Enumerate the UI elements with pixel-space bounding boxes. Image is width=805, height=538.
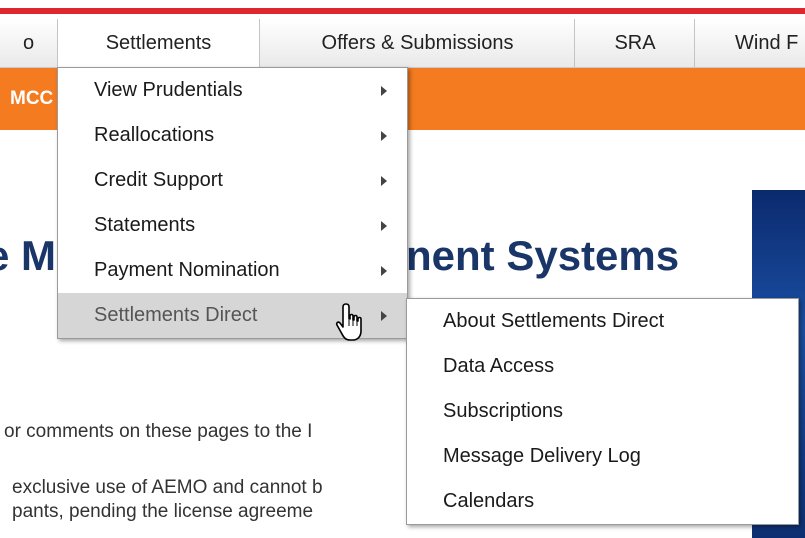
menu-item-label: Payment Nomination (94, 259, 280, 281)
arrow-right-icon (381, 266, 387, 276)
menu-item-label: Reallocations (94, 124, 215, 146)
main-nav: o Settlements Offers & Submissions SRA W… (0, 19, 805, 69)
nav-item-partial[interactable]: o (0, 19, 57, 67)
menu-item-statements[interactable]: Statements (58, 203, 407, 248)
nav-item-wind[interactable]: Wind F (694, 19, 805, 67)
nav-item-settlements[interactable]: Settlements (57, 19, 260, 69)
menu-item-subscriptions[interactable]: Subscriptions (407, 389, 798, 434)
menu-item-label: Credit Support (94, 169, 223, 191)
menu-item-credit-support[interactable]: Credit Support (58, 158, 407, 203)
page-heading-left: e M (0, 232, 57, 279)
arrow-right-icon (381, 86, 387, 96)
menu-item-label: Settlements Direct (94, 304, 258, 326)
menu-item-label: Statements (94, 214, 196, 236)
menu-item-label: Data Access (443, 355, 555, 377)
hand-pointer-icon (335, 303, 362, 341)
nav-item-offers-submissions[interactable]: Offers & Submissions (259, 19, 575, 67)
body-text-line-1: or comments on these pages to the I (4, 421, 313, 442)
arrow-right-icon (381, 176, 387, 186)
menu-item-reallocations[interactable]: Reallocations (58, 113, 407, 158)
menu-item-message-delivery-log[interactable]: Message Delivery Log (407, 434, 798, 479)
orange-subbar-text: MCC (10, 88, 54, 109)
top-red-bar (0, 0, 805, 19)
menu-item-label: About Settlements Direct (443, 310, 665, 332)
menu-item-label: View Prudentials (94, 79, 243, 101)
body-text-line-3: pants, pending the license agreeme (12, 501, 314, 522)
menu-item-label: Calendars (443, 490, 535, 512)
arrow-right-icon (381, 311, 387, 321)
menu-item-about-settlements-direct[interactable]: About Settlements Direct (407, 299, 798, 344)
menu-item-data-access[interactable]: Data Access (407, 344, 798, 389)
body-text-line-2: exclusive use of AEMO and cannot b (12, 477, 323, 498)
menu-item-payment-nomination[interactable]: Payment Nomination (58, 248, 407, 293)
arrow-right-icon (381, 221, 387, 231)
settlements-dropdown-menu: View Prudentials Reallocations Credit Su… (57, 67, 408, 339)
page-heading-right: nent Systems (406, 232, 680, 279)
menu-item-calendars[interactable]: Calendars (407, 479, 798, 524)
menu-item-view-prudentials[interactable]: View Prudentials (58, 68, 407, 113)
arrow-right-icon (381, 131, 387, 141)
menu-item-label: Message Delivery Log (443, 445, 641, 467)
nav-item-sra[interactable]: SRA (574, 19, 695, 67)
menu-item-label: Subscriptions (443, 400, 564, 422)
settlements-direct-submenu: About Settlements Direct Data Access Sub… (406, 298, 799, 525)
